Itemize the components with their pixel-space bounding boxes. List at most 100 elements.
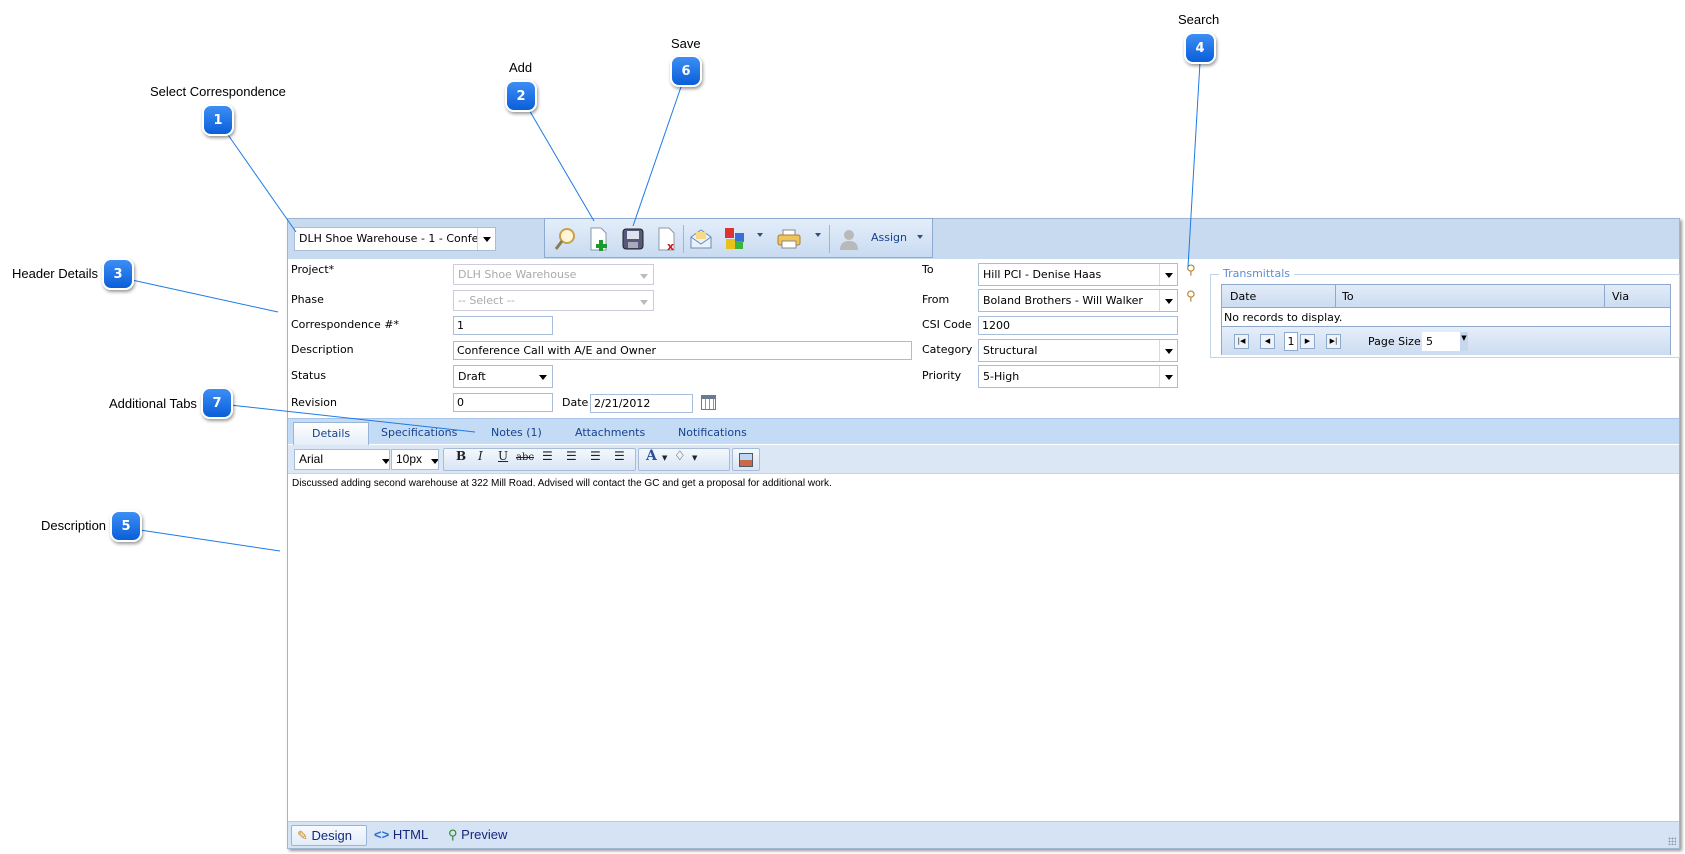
office-dropdown-icon[interactable] — [757, 233, 763, 240]
tab-attachments[interactable]: Attachments — [575, 422, 645, 445]
chevron-down-icon[interactable] — [1159, 366, 1177, 387]
preview-mode-button[interactable]: ⚲ Preview — [448, 825, 507, 846]
justify-icon[interactable]: ☰ — [614, 449, 625, 463]
category-select[interactable]: Structural — [978, 339, 1178, 362]
chevron-down-icon[interactable] — [1159, 264, 1177, 285]
search-icon[interactable]: ⚲ — [1186, 263, 1196, 278]
callout-badge-7: 7 — [201, 387, 233, 419]
category-value: Structural — [983, 344, 1038, 357]
status-label: Status — [291, 369, 327, 382]
description-input[interactable]: Conference Call with A/E and Owner — [453, 341, 912, 360]
date-input[interactable]: 2/21/2012 — [590, 394, 693, 413]
delete-document-icon[interactable]: x — [655, 227, 679, 253]
chevron-down-icon[interactable]: ▼ — [692, 454, 697, 462]
font-select[interactable]: Arial — [294, 449, 390, 470]
csi-code-input[interactable]: 1200 — [978, 316, 1178, 335]
project-select[interactable]: DLH Shoe Warehouse — [453, 264, 654, 285]
design-mode-button[interactable]: ✎ Design — [291, 825, 367, 846]
next-page-icon[interactable]: ▶ — [1300, 334, 1315, 349]
tab-bar: Details Specifications Notes (1) Attachm… — [288, 418, 1679, 445]
prev-page-icon[interactable]: ◀ — [1260, 334, 1275, 349]
correspondence-select-value: DLH Shoe Warehouse - 1 - Confere — [299, 232, 490, 245]
print-dropdown-icon[interactable] — [815, 233, 821, 240]
format-group — [443, 448, 636, 471]
chevron-down-icon[interactable] — [426, 450, 438, 469]
callout-label-description: Description — [41, 518, 107, 533]
font-size-select[interactable]: 10px — [391, 449, 439, 470]
font-size-value: 10px — [396, 452, 423, 466]
calendar-icon[interactable] — [701, 395, 716, 410]
strikethrough-icon[interactable]: abc — [516, 452, 534, 463]
chevron-down-icon[interactable] — [1159, 340, 1177, 361]
correspondence-number-input[interactable]: 1 — [453, 316, 553, 335]
priority-select[interactable]: 5-High — [978, 365, 1178, 388]
revision-label: Revision — [291, 396, 337, 409]
font-color-icon[interactable]: A — [646, 448, 657, 464]
search-icon[interactable]: ⚲ — [1186, 289, 1196, 304]
from-select[interactable]: Boland Brothers - Will Walker — [978, 289, 1178, 312]
tab-notes[interactable]: Notes (1) — [491, 422, 542, 445]
tab-specifications[interactable]: Specifications — [381, 422, 457, 445]
callout-label-header-details: Header Details — [12, 266, 98, 281]
chevron-down-icon[interactable] — [534, 366, 552, 387]
callout-badge-1: 1 — [202, 104, 234, 136]
tab-details[interactable]: Details — [293, 422, 370, 445]
italic-icon[interactable]: I — [478, 449, 483, 463]
chevron-down-icon[interactable] — [477, 228, 495, 250]
top-bar: DLH Shoe Warehouse - 1 - Confere x Assig… — [288, 218, 1679, 259]
email-icon[interactable] — [689, 227, 713, 251]
chevron-down-icon[interactable]: ▼ — [662, 454, 667, 462]
chevron-down-icon — [635, 291, 653, 310]
status-select[interactable]: Draft — [453, 365, 553, 388]
to-select[interactable]: Hill PCI - Denise Haas — [978, 263, 1178, 286]
print-icon[interactable] — [777, 227, 801, 251]
chevron-down-icon[interactable] — [1159, 290, 1177, 311]
highlight-color-icon[interactable]: ♢ — [674, 449, 686, 464]
chevron-down-icon[interactable] — [377, 450, 389, 469]
phase-label: Phase — [291, 293, 324, 306]
office-icon[interactable] — [723, 227, 747, 251]
assign-dropdown-icon[interactable] — [917, 235, 923, 242]
grid-empty-message: No records to display. — [1224, 311, 1343, 324]
resize-handle[interactable] — [1668, 837, 1676, 845]
callout-badge-6: 6 — [670, 55, 702, 87]
column-header-via[interactable]: Via — [1612, 290, 1629, 303]
preview-label: Preview — [461, 827, 508, 842]
add-document-icon[interactable] — [587, 227, 611, 251]
revision-input[interactable]: 0 — [453, 393, 553, 412]
underline-icon[interactable]: U — [498, 449, 508, 463]
current-page[interactable]: 1 — [1284, 332, 1298, 351]
grid-pager: |◀ ◀ 1 ▶ ▶| Page Size 5 ▼ — [1222, 326, 1670, 355]
chevron-down-icon[interactable]: ▼ — [1460, 332, 1468, 351]
priority-label: Priority — [922, 369, 962, 382]
first-page-icon[interactable]: |◀ — [1234, 334, 1249, 349]
align-right-icon[interactable]: ☰ — [590, 449, 601, 463]
align-center-icon[interactable]: ☰ — [566, 449, 577, 463]
status-value: Draft — [458, 370, 486, 383]
bold-icon[interactable]: B — [456, 449, 466, 463]
page-size-select[interactable]: 5 ▼ — [1422, 332, 1468, 351]
html-mode-button[interactable]: <> HTML — [374, 825, 428, 846]
description-label: Description — [291, 343, 354, 356]
csi-code-label: CSI Code — [922, 318, 972, 331]
to-value: Hill PCI - Denise Haas — [983, 268, 1102, 281]
column-header-to[interactable]: To — [1342, 290, 1354, 303]
insert-image-icon[interactable] — [739, 453, 753, 467]
correspondence-select[interactable]: DLH Shoe Warehouse - 1 - Confere — [294, 227, 496, 251]
pencil-icon: ✎ — [297, 828, 308, 843]
search-icon[interactable] — [553, 227, 577, 251]
callout-label-additional-tabs: Additional Tabs — [109, 396, 197, 411]
save-icon[interactable] — [621, 227, 645, 251]
last-page-icon[interactable]: ▶| — [1326, 334, 1341, 349]
editor-content[interactable]: Discussed adding second warehouse at 322… — [292, 478, 832, 489]
font-value: Arial — [299, 452, 324, 466]
column-header-date[interactable]: Date — [1230, 290, 1256, 303]
user-icon[interactable] — [837, 227, 861, 251]
project-value: DLH Shoe Warehouse — [458, 268, 577, 281]
html-label: HTML — [392, 827, 429, 842]
assign-button[interactable]: Assign — [871, 231, 907, 244]
tab-notifications[interactable]: Notifications — [678, 422, 747, 445]
phase-select[interactable]: -- Select -- — [453, 290, 654, 311]
align-left-icon[interactable]: ☰ — [542, 449, 553, 463]
callout-label-add: Add — [509, 60, 533, 75]
